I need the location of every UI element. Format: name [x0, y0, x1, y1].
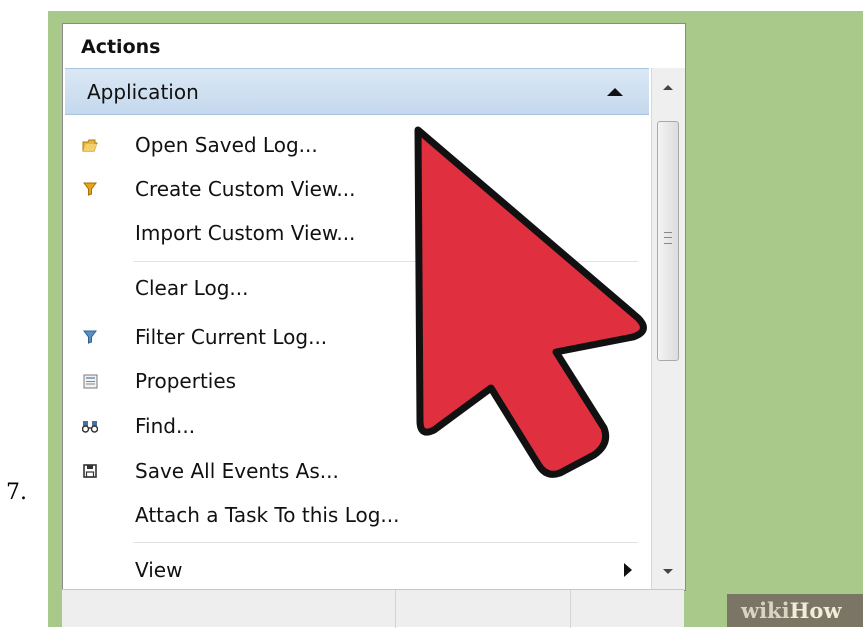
red-pointer-arrow-icon: [414, 126, 647, 478]
watermark-part-2: How: [789, 598, 842, 623]
wikihow-watermark: wikiHow: [727, 594, 863, 627]
watermark-part-1: wiki: [741, 598, 790, 623]
